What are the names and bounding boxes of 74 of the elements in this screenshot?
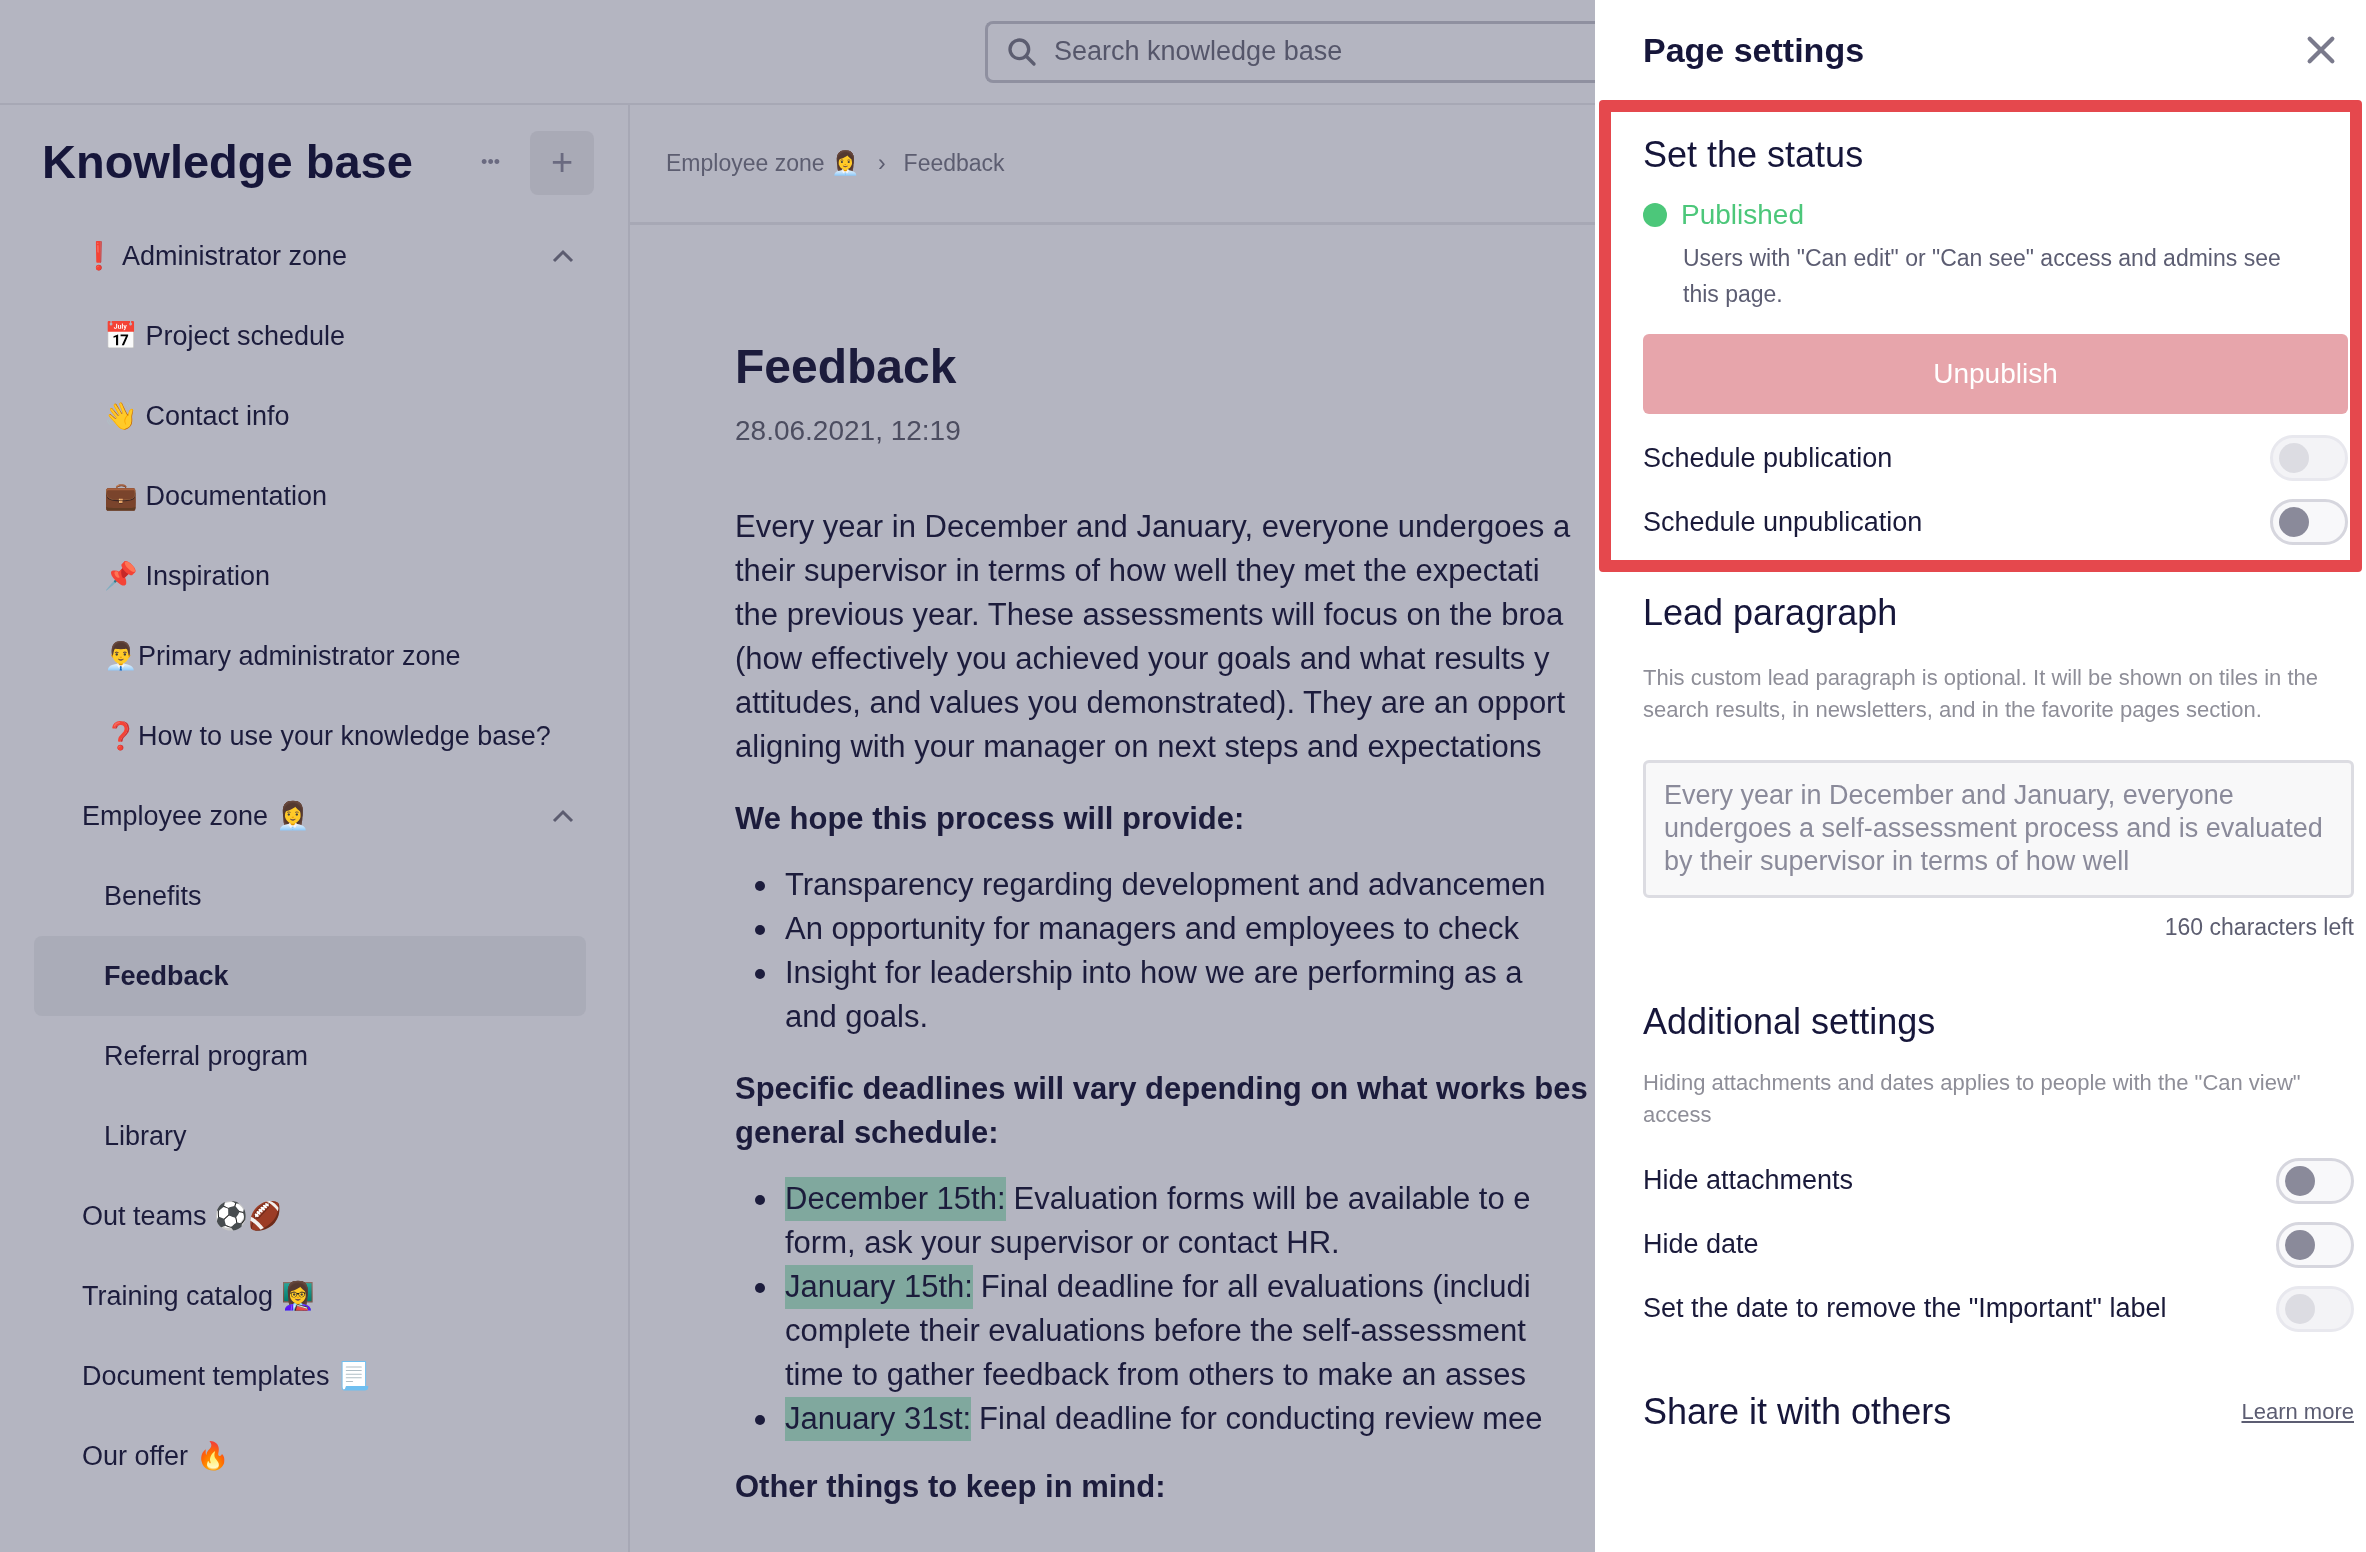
breadcrumb-separator: › bbox=[877, 149, 886, 179]
sidebar-item[interactable]: Benefits bbox=[34, 856, 586, 936]
sidebar-item[interactable]: Feedback bbox=[34, 936, 586, 1016]
highlighted-date: January 31st: bbox=[785, 1397, 972, 1441]
section-heading: Additional settings bbox=[1643, 999, 1937, 1044]
list-item-line: Transparency regarding development and advancemen bbox=[785, 866, 1546, 904]
section-heading: We hope this process will provide: bbox=[735, 800, 1246, 838]
toggle-label: Set the date to remove the "Important" label bbox=[1643, 1292, 2167, 1326]
list-item-line: An opportunity for managers and employees to check bbox=[785, 910, 1520, 948]
list-item-line: and goals. bbox=[785, 998, 930, 1036]
list-item-line: Insight for leadership into how we are performing as a bbox=[785, 954, 1523, 992]
toggle-label: Schedule publication bbox=[1643, 441, 1893, 475]
section-description: This custom lead paragraph is optional. It will be shown on tiles in the search results, in newsletters, and in the favorite pages section. bbox=[1643, 664, 2320, 724]
chevron-icon[interactable] bbox=[552, 249, 574, 263]
list-item-line: Final deadline for all evaluations (includi bbox=[980, 1268, 1531, 1306]
search-icon bbox=[1006, 35, 1038, 68]
sidebar-item[interactable]: Referral program bbox=[34, 1016, 586, 1096]
sidebar-title: Knowledge base bbox=[42, 134, 414, 191]
bullet-icon bbox=[755, 1283, 765, 1293]
bullet-icon bbox=[755, 969, 765, 979]
sidebar-item[interactable]: Out teams ⚽🏈 bbox=[34, 1176, 586, 1256]
sidebar-item[interactable]: 📅 Project schedule bbox=[34, 296, 586, 376]
close-icon[interactable] bbox=[2304, 33, 2338, 67]
toggle-switch[interactable] bbox=[2276, 1221, 2354, 1268]
sidebar-item[interactable]: Employee zone 👩‍💼 bbox=[34, 776, 586, 856]
status-label: Published bbox=[1681, 198, 1804, 232]
section-heading: Lead paragraph bbox=[1643, 591, 1899, 635]
paragraph-line: aligning with your manager on next steps and expectations bbox=[735, 728, 1543, 766]
highlighted-date: January 15th: bbox=[785, 1265, 973, 1309]
toggle-label: Schedule unpublication bbox=[1643, 505, 1923, 539]
highlighted-date: December 15th: bbox=[785, 1177, 1006, 1221]
section-heading: Set the status bbox=[1643, 133, 1865, 177]
paragraph-line: attitudes, and values you demonstrated). They are an opport bbox=[735, 684, 1567, 722]
page-title: Feedback bbox=[735, 339, 958, 395]
sidebar-item[interactable]: 👨‍💼Primary administrator zone bbox=[34, 616, 586, 696]
sidebar-item[interactable]: Training catalog 👩‍🏫 bbox=[34, 1256, 586, 1336]
bullet-icon bbox=[755, 1195, 765, 1205]
toggle-label: Hide date bbox=[1643, 1228, 1759, 1262]
character-counter: 160 characters left bbox=[2163, 913, 2354, 942]
bullet-icon bbox=[755, 925, 765, 935]
learn-more-link[interactable]: Learn more bbox=[2241, 1395, 2354, 1428]
section-heading: general schedule: bbox=[735, 1114, 1000, 1152]
sidebar-item[interactable]: ❗ Administrator zone bbox=[34, 216, 586, 296]
page-date: 28.06.2021, 12:19 bbox=[735, 414, 962, 448]
bullet-icon bbox=[755, 881, 765, 891]
section-heading: Share it with others bbox=[1643, 1389, 1952, 1434]
list-item-line: Final deadline for conducting review mee bbox=[979, 1400, 1543, 1438]
section-description: Hiding attachments and dates applies to people with the "Can view" access bbox=[1643, 1068, 2302, 1129]
list-item-line: time to gather feedback from others to make an asses bbox=[785, 1356, 1527, 1394]
paragraph-line: Every year in December and January, everyone undergoes a bbox=[735, 508, 1572, 546]
section-heading: Other things to keep in mind: bbox=[735, 1468, 1167, 1506]
sidebar-item[interactable]: 💼 Documentation bbox=[34, 456, 586, 536]
chevron-icon[interactable] bbox=[552, 809, 574, 823]
sidebar-item[interactable]: Our offer 🔥 bbox=[34, 1416, 586, 1496]
search-field[interactable]: Search knowledge base bbox=[985, 20, 1595, 83]
toggle-label: Hide attachments bbox=[1643, 1164, 1854, 1198]
sidebar-item[interactable]: Document templates 📃 bbox=[34, 1336, 586, 1416]
sidebar-item[interactable]: Library bbox=[34, 1096, 586, 1176]
list-item-line: form, ask your supervisor or contact HR. bbox=[785, 1224, 1341, 1262]
panel-title: Page settings bbox=[1643, 29, 1865, 71]
paragraph-line: the previous year. These assessments will focus on the broa bbox=[735, 596, 1565, 634]
bullet-icon bbox=[755, 1415, 765, 1425]
sidebar-item[interactable]: 👋 Contact info bbox=[34, 376, 586, 456]
paragraph-line: (how effectively you achieved your goals and what results y bbox=[735, 640, 1551, 678]
sidebar-item[interactable]: 📌 Inspiration bbox=[34, 536, 586, 616]
breadcrumb-current: Feedback bbox=[903, 149, 1005, 179]
sidebar-item[interactable]: ❓How to use your knowledge base? bbox=[34, 696, 586, 776]
section-heading: Specific deadlines will vary depending on what works bes bbox=[735, 1070, 1589, 1108]
list-item-line: complete their evaluations before the self-assessment bbox=[785, 1312, 1527, 1350]
paragraph-line: their supervisor in terms of how well they met the expectati bbox=[735, 552, 1541, 590]
toggle-switch[interactable] bbox=[2270, 499, 2348, 545]
list-item-line: Evaluation forms will be available to e bbox=[1013, 1180, 1531, 1218]
status-description: Users with "Can edit" or "Can see" access and admins see this page. bbox=[1683, 244, 2282, 309]
toggle-switch[interactable] bbox=[2276, 1157, 2354, 1204]
